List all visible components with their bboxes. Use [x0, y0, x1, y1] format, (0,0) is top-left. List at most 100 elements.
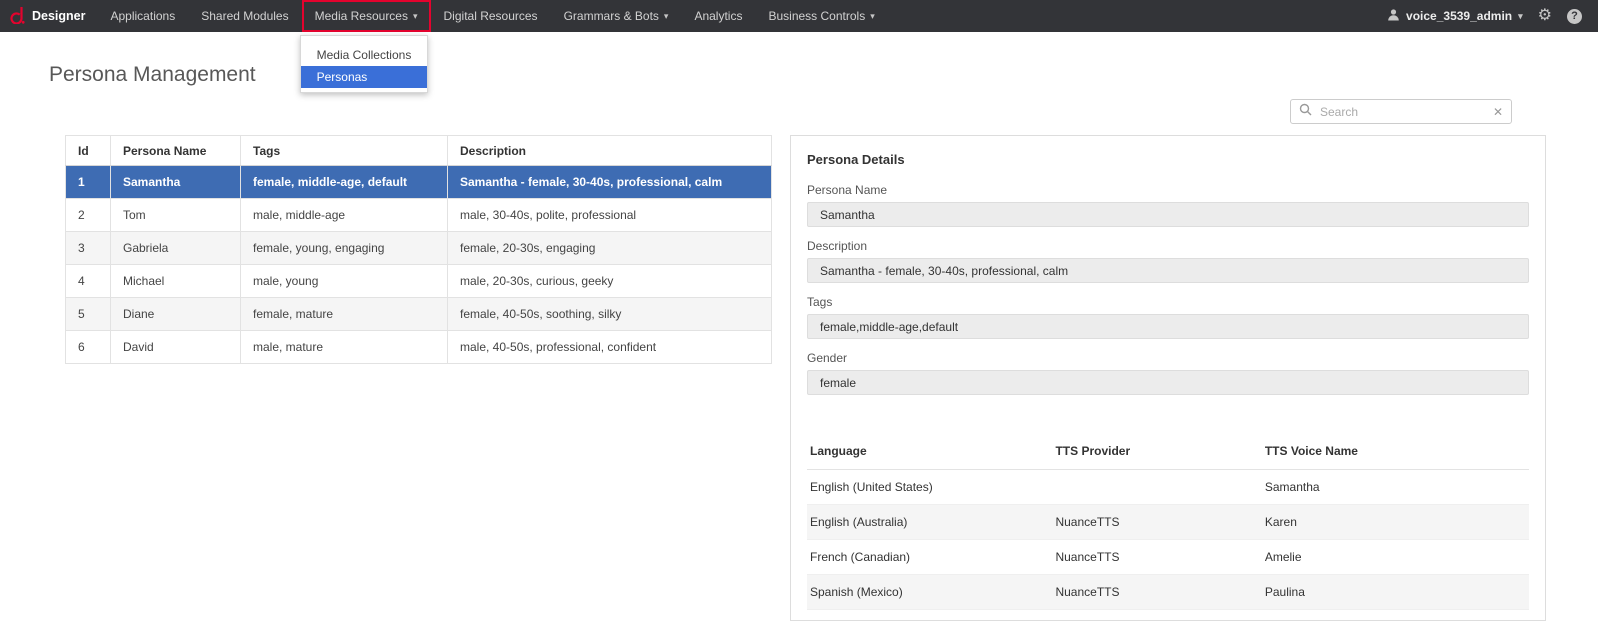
- nav-label: Digital Resources: [444, 9, 538, 23]
- username: voice_3539_admin: [1406, 9, 1512, 23]
- voice-cell-provider: NuanceTTS: [1052, 575, 1261, 610]
- persona-cell-tags: male, middle-age: [241, 199, 448, 232]
- gender-field[interactable]: [807, 370, 1529, 395]
- field-label-description: Description: [807, 239, 1529, 253]
- persona-cell-description: female, 20-30s, engaging: [448, 232, 772, 265]
- persona-cell-name: David: [111, 331, 241, 364]
- tags-field[interactable]: [807, 314, 1529, 339]
- nav-label: Grammars & Bots: [564, 9, 659, 23]
- persona-row[interactable]: 5Dianefemale, maturefemale, 40-50s, soot…: [66, 298, 772, 331]
- chevron-down-icon: ▾: [664, 11, 669, 22]
- chevron-down-icon: ▾: [1518, 11, 1523, 22]
- persona-cell-name: Gabriela: [111, 232, 241, 265]
- persona-cell-id: 6: [66, 331, 111, 364]
- nav-item-digital-resources[interactable]: Digital Resources: [431, 0, 551, 32]
- persona-row[interactable]: 6Davidmale, maturemale, 40-50s, professi…: [66, 331, 772, 364]
- field-label-tags: Tags: [807, 295, 1529, 309]
- col-header-persona-name: Persona Name: [111, 136, 241, 166]
- page-title: Persona Management: [49, 63, 256, 87]
- voice-row: Spanish (Mexico)NuanceTTSPaulina: [807, 575, 1529, 610]
- help-icon[interactable]: ?: [1567, 9, 1582, 24]
- nav-item-grammars-bots[interactable]: Grammars & Bots ▾: [551, 0, 682, 32]
- nav-label: Analytics: [694, 9, 742, 23]
- persona-cell-description: male, 40-50s, professional, confident: [448, 331, 772, 364]
- voice-cell-provider: NuanceTTS: [1052, 505, 1261, 540]
- col-header-tts-voice-name: TTS Voice Name: [1262, 433, 1529, 470]
- voice-row: English (Australia)NuanceTTSKaren: [807, 505, 1529, 540]
- voices-table-body: English (United States)SamanthaEnglish (…: [807, 470, 1529, 610]
- voice-cell-language: Spanish (Mexico): [807, 575, 1052, 610]
- brand[interactable]: Designer: [0, 6, 98, 27]
- voices-table-header-row: Language TTS Provider TTS Voice Name: [807, 433, 1529, 470]
- persona-cell-description: male, 20-30s, curious, geeky: [448, 265, 772, 298]
- voice-cell-voice: Paulina: [1262, 575, 1529, 610]
- nav-item-shared-modules[interactable]: Shared Modules: [188, 0, 301, 32]
- voice-cell-voice: Amelie: [1262, 540, 1529, 575]
- persona-row[interactable]: 3Gabrielafemale, young, engagingfemale, …: [66, 232, 772, 265]
- voice-cell-voice: Samantha: [1262, 470, 1529, 505]
- user-icon: [1387, 8, 1400, 24]
- media-resources-dropdown: Media Collections Personas: [300, 35, 428, 93]
- search-input[interactable]: [1318, 104, 1487, 120]
- search-icon: [1299, 103, 1312, 121]
- col-header-tts-provider: TTS Provider: [1052, 433, 1261, 470]
- search-box: ✕: [1290, 99, 1512, 124]
- persona-cell-id: 4: [66, 265, 111, 298]
- persona-cell-tags: female, mature: [241, 298, 448, 331]
- field-gender: Gender: [807, 351, 1529, 395]
- nav-label: Media Resources: [315, 9, 408, 23]
- persona-row[interactable]: 1Samanthafemale, middle-age, defaultSama…: [66, 166, 772, 199]
- nav-item-applications[interactable]: Applications: [98, 0, 189, 32]
- nav-label: Business Controls: [768, 9, 865, 23]
- voice-row: English (United States) Samantha: [807, 470, 1529, 505]
- voice-cell-language: French (Canadian): [807, 540, 1052, 575]
- persona-cell-name: Samantha: [111, 166, 241, 199]
- settings-gear-icon[interactable]: ⚙: [1538, 8, 1552, 24]
- nav-label: Applications: [111, 9, 176, 23]
- col-header-language: Language: [807, 433, 1052, 470]
- navbar-right: voice_3539_admin ▾ ⚙ ?: [1387, 8, 1598, 24]
- persona-cell-id: 3: [66, 232, 111, 265]
- nav-item-media-resources[interactable]: Media Resources ▾ Media Collections Pers…: [302, 0, 431, 32]
- menu-item-personas[interactable]: Personas: [301, 66, 427, 88]
- persona-cell-id: 2: [66, 199, 111, 232]
- user-menu[interactable]: voice_3539_admin ▾: [1387, 8, 1523, 24]
- top-navbar: Designer Applications Shared Modules Med…: [0, 0, 1598, 32]
- clear-search-icon[interactable]: ✕: [1493, 106, 1503, 118]
- persona-name-field[interactable]: [807, 202, 1529, 227]
- chevron-down-icon: ▾: [413, 11, 418, 22]
- field-label-persona-name: Persona Name: [807, 183, 1529, 197]
- personas-table-header-row: Id Persona Name Tags Description: [66, 136, 772, 166]
- main-nav: Applications Shared Modules Media Resour…: [98, 0, 888, 32]
- col-header-description: Description: [448, 136, 772, 166]
- persona-cell-name: Michael: [111, 265, 241, 298]
- persona-cell-name: Diane: [111, 298, 241, 331]
- persona-cell-description: male, 30-40s, polite, professional: [448, 199, 772, 232]
- persona-cell-tags: female, middle-age, default: [241, 166, 448, 199]
- nav-item-analytics[interactable]: Analytics: [681, 0, 755, 32]
- designer-logo-icon: [10, 6, 25, 27]
- field-description: Description: [807, 239, 1529, 283]
- field-tags: Tags: [807, 295, 1529, 339]
- voice-cell-language: English (Australia): [807, 505, 1052, 540]
- voices-table: Language TTS Provider TTS Voice Name Eng…: [807, 433, 1529, 610]
- voice-cell-provider: [1052, 470, 1261, 505]
- persona-cell-id: 1: [66, 166, 111, 199]
- brand-name: Designer: [32, 9, 86, 23]
- personas-table: Id Persona Name Tags Description 1Samant…: [65, 135, 772, 364]
- voice-cell-language: English (United States): [807, 470, 1052, 505]
- nav-item-business-controls[interactable]: Business Controls ▾: [755, 0, 887, 32]
- voice-row: French (Canadian)NuanceTTSAmelie: [807, 540, 1529, 575]
- persona-row[interactable]: 4Michaelmale, youngmale, 20-30s, curious…: [66, 265, 772, 298]
- persona-cell-description: female, 40-50s, soothing, silky: [448, 298, 772, 331]
- details-title: Persona Details: [807, 152, 1529, 167]
- description-field[interactable]: [807, 258, 1529, 283]
- menu-item-media-collections[interactable]: Media Collections: [301, 44, 427, 66]
- field-persona-name: Persona Name: [807, 183, 1529, 227]
- col-header-tags: Tags: [241, 136, 448, 166]
- personas-table-body: 1Samanthafemale, middle-age, defaultSama…: [66, 166, 772, 364]
- persona-cell-name: Tom: [111, 199, 241, 232]
- persona-row[interactable]: 2Tommale, middle-agemale, 30-40s, polite…: [66, 199, 772, 232]
- chevron-down-icon: ▾: [870, 11, 875, 22]
- persona-cell-tags: female, young, engaging: [241, 232, 448, 265]
